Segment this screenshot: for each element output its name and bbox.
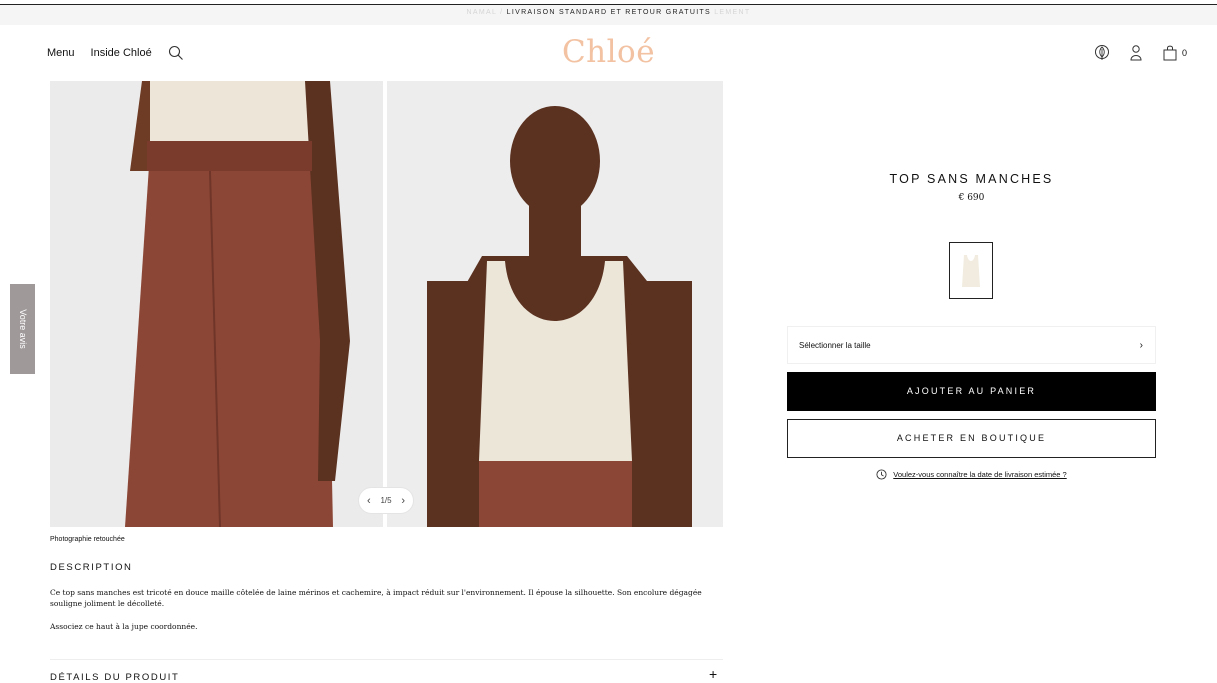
product-photo-trousers[interactable] bbox=[50, 81, 383, 527]
banner-left-fragment: NAMAL / bbox=[466, 9, 504, 16]
bag-icon[interactable] bbox=[1162, 44, 1178, 61]
product-photo-model[interactable] bbox=[387, 81, 723, 527]
delivery-estimate-link[interactable]: Voulez-vous connaître la date de livrais… bbox=[893, 470, 1066, 479]
size-selector-label: Sélectionner la taille bbox=[799, 340, 871, 350]
photo-caption: Photographie retouchée bbox=[50, 536, 125, 543]
product-price: € 690 bbox=[958, 193, 985, 203]
feedback-tab[interactable]: Votre avis bbox=[10, 284, 35, 374]
feedback-label: Votre avis bbox=[17, 309, 28, 349]
pager-next-button[interactable]: › bbox=[401, 495, 405, 507]
delivery-estimate: Voulez-vous connaître la date de livrais… bbox=[787, 469, 1156, 480]
product-gallery[interactable] bbox=[50, 81, 723, 527]
product-title: TOP SANS MANCHES bbox=[889, 172, 1054, 186]
leaf-icon[interactable] bbox=[1094, 44, 1110, 61]
pager-prev-button[interactable]: ‹ bbox=[367, 495, 371, 507]
pager-indicator: 1/5 bbox=[380, 496, 392, 505]
add-to-cart-button[interactable]: AJOUTER AU PANIER bbox=[787, 372, 1156, 411]
banner-message: LIVRAISON STANDARD ET RETOUR GRATUITS bbox=[506, 9, 711, 16]
buy-in-store-button[interactable]: ACHETER EN BOUTIQUE bbox=[787, 419, 1156, 458]
brand-logo[interactable]: Chloé bbox=[0, 34, 1217, 70]
details-title[interactable]: DÉTAILS DU PRODUIT bbox=[50, 672, 179, 683]
promo-banner-text[interactable]: NAMAL / LIVRAISON STANDARD ET RETOUR GRA… bbox=[0, 9, 1217, 16]
cart-count[interactable]: 0 bbox=[1182, 48, 1187, 58]
description-text-secondary: Associez ce haut à la jupe coordonnée. bbox=[50, 622, 198, 631]
clock-icon bbox=[876, 469, 887, 480]
description-text: Ce top sans manches est tricoté en douce… bbox=[50, 588, 702, 608]
description-title: DESCRIPTION bbox=[50, 562, 133, 573]
chevron-right-icon: › bbox=[1139, 339, 1143, 351]
details-divider bbox=[50, 659, 723, 660]
header-icons: 0 bbox=[1094, 44, 1187, 61]
plus-icon[interactable]: + bbox=[709, 666, 717, 682]
size-selector[interactable]: Sélectionner la taille › bbox=[787, 326, 1156, 364]
user-icon[interactable] bbox=[1128, 44, 1144, 61]
color-swatch[interactable] bbox=[949, 242, 993, 299]
gallery-pager: ‹ 1/5 › bbox=[358, 487, 414, 514]
banner-right-fragment: LEMENT bbox=[714, 9, 751, 16]
